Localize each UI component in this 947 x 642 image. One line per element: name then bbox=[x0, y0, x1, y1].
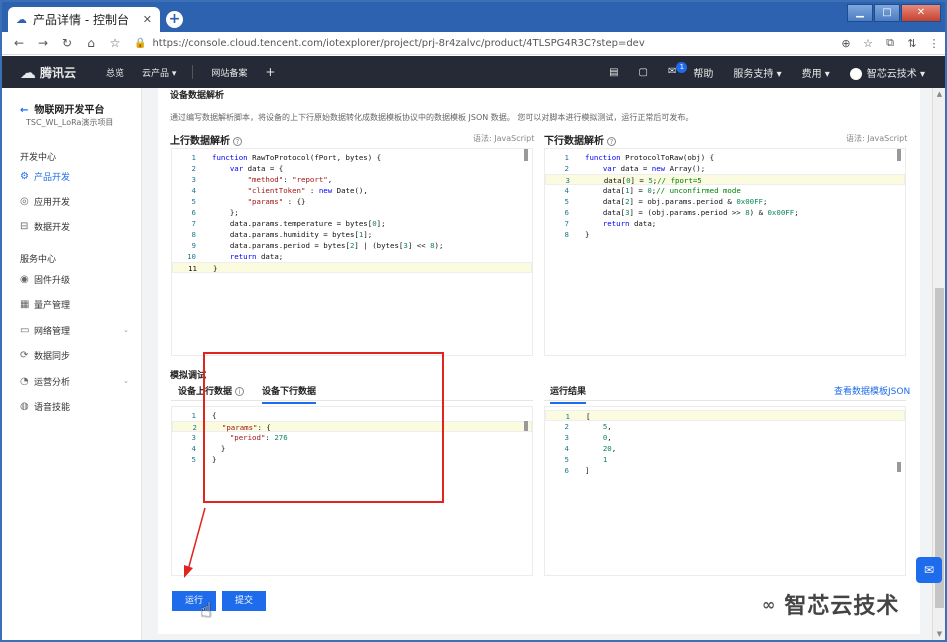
wechat-icon: ∞ bbox=[762, 594, 777, 614]
hand-cursor-icon: ☝ bbox=[200, 598, 213, 622]
chat-icon[interactable]: ✉ bbox=[916, 557, 942, 583]
watermark: ∞ 智芯云技术 bbox=[762, 588, 899, 620]
browser-window: ☁ 产品详情 - 控制台 ✕ + ▾ ▁ □ ✕ ← → ↻ ⌂ ☆ 🔒http… bbox=[0, 0, 947, 642]
watermark-text: 智芯云技术 bbox=[784, 594, 900, 619]
annotation-arrow bbox=[184, 507, 206, 578]
